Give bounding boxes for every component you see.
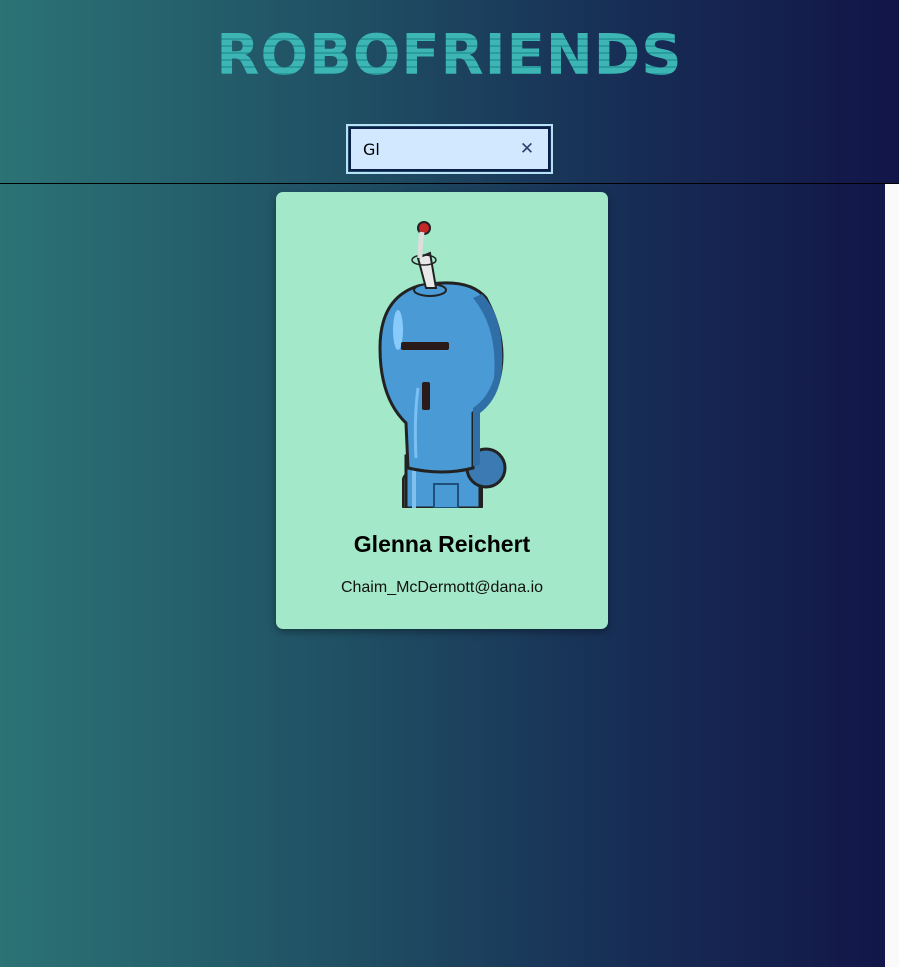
search-field-frame: ✕ bbox=[349, 127, 550, 171]
window-bottom-edge bbox=[0, 967, 899, 980]
robot-avatar bbox=[348, 218, 536, 508]
search-box: ✕ bbox=[346, 124, 553, 174]
header-divider bbox=[0, 183, 899, 184]
scrollbar-track[interactable] bbox=[885, 184, 899, 967]
robot-card: Glenna Reichert Chaim_McDermott@dana.io bbox=[276, 192, 608, 629]
close-icon[interactable]: ✕ bbox=[518, 139, 536, 159]
app-title: ROBOFRIENDS bbox=[0, 26, 899, 86]
robot-email: Chaim_McDermott@dana.io bbox=[340, 579, 544, 596]
robot-name: Glenna Reichert bbox=[353, 531, 531, 557]
search-input[interactable] bbox=[363, 139, 518, 159]
header: ROBOFRIENDS ✕ bbox=[0, 0, 899, 183]
